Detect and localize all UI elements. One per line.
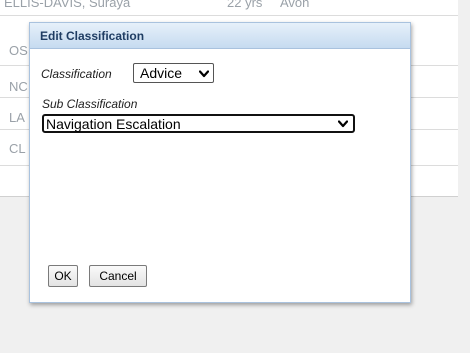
row-name: NC [9,79,28,94]
subclassification-value: Navigation Escalation [46,116,181,132]
classification-value: Advice [140,65,183,81]
row-name: ELLIS-DAVIS, Suraya [4,0,131,10]
row-age: 22 yrs [227,0,263,10]
classification-select[interactable]: Advice [133,63,214,83]
chevron-down-icon [199,70,209,78]
cancel-button[interactable]: Cancel [89,265,147,287]
dialog-titlebar[interactable]: Edit Classification [30,23,410,49]
table-row[interactable]: ELLIS-DAVIS, Suraya 22 yrs Avon [0,0,458,16]
subclassification-select[interactable]: Navigation Escalation [42,114,355,133]
classification-label: Classification [41,67,112,81]
row-name: LA [9,110,25,125]
page: ELLIS-DAVIS, Suraya 22 yrs Avon OS NC LA… [0,0,470,353]
chevron-down-icon [338,120,348,128]
row-location: Avon [280,0,310,10]
subclassification-label: Sub Classification [42,97,138,111]
row-name: CL [9,141,26,156]
row-name: OS [9,43,28,58]
edit-classification-dialog: Edit Classification Classification Advic… [29,22,411,303]
ok-button[interactable]: OK [48,265,78,287]
dialog-title: Edit Classification [40,29,145,43]
